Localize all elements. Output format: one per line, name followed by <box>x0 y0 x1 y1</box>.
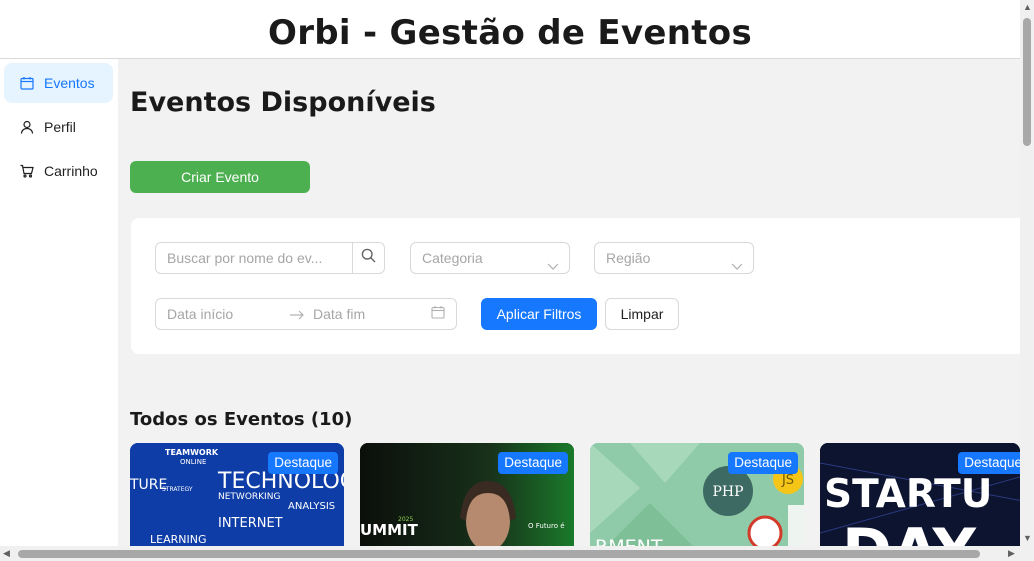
search-placeholder: Buscar por nome do ev... <box>167 250 323 266</box>
image-text: STARTU <box>824 472 992 517</box>
date-range-picker[interactable]: Data início Data fim <box>155 298 457 330</box>
image-text: JS <box>781 473 794 488</box>
chevron-down-icon <box>547 252 559 270</box>
featured-badge: Destaque <box>498 452 568 474</box>
image-text: TEAMWORK <box>165 448 219 457</box>
scroll-up-icon[interactable]: ▲ <box>1023 3 1032 12</box>
image-text: UMMIT <box>360 521 419 539</box>
cart-icon <box>20 164 34 178</box>
featured-badge: Destaque <box>728 452 798 474</box>
sidebar-item-label: Carrinho <box>44 163 98 179</box>
image-text: ANALYSIS <box>288 501 335 512</box>
chevron-down-icon <box>731 252 743 270</box>
sidebar-item-carrinho[interactable]: Carrinho <box>4 151 113 191</box>
filter-panel: Buscar por nome do ev... Categoria Regiã… <box>131 218 1020 354</box>
sidebar-item-perfil[interactable]: Perfil <box>4 107 113 147</box>
category-select[interactable]: Categoria <box>410 242 570 274</box>
app-header: Orbi - Gestão de Eventos <box>0 0 1020 59</box>
main-content: Eventos Disponíveis Criar Evento Buscar … <box>118 59 1020 546</box>
image-text: DAY <box>842 516 977 546</box>
search-button[interactable] <box>352 243 384 273</box>
image-text: O Futuro é <box>528 522 565 530</box>
event-card[interactable]: STARTU DAY Destaque <box>820 443 1020 546</box>
calendar-icon <box>431 299 445 329</box>
image-text: RMENT <box>595 536 663 546</box>
category-placeholder: Categoria <box>422 250 483 266</box>
arrow-right-icon <box>290 300 304 330</box>
sidebar-item-eventos[interactable]: Eventos <box>4 63 113 103</box>
create-event-button[interactable]: Criar Evento <box>130 161 310 193</box>
search-icon <box>361 248 376 268</box>
image-text: LEARNING <box>150 533 206 546</box>
scroll-right-icon[interactable]: ▶ <box>1008 549 1015 558</box>
section-title: Todos os Eventos (10) <box>130 409 353 430</box>
app-title: Orbi - Gestão de Eventos <box>268 13 752 53</box>
image-text: INTERNET <box>218 516 283 531</box>
event-card[interactable]: UMMIT 2025 O Futuro é Destaque <box>360 443 574 546</box>
date-end-input[interactable]: Data fim <box>313 299 365 329</box>
sidebar-item-label: Eventos <box>44 75 95 91</box>
image-text: PHP <box>712 484 743 500</box>
vertical-scroll-thumb[interactable] <box>1023 18 1031 146</box>
image-text: NETWORKING <box>218 492 280 502</box>
region-select[interactable]: Região <box>594 242 754 274</box>
featured-badge: Destaque <box>958 452 1020 474</box>
user-icon <box>20 120 34 134</box>
image-text: ONLINE <box>180 458 206 466</box>
horizontal-scrollbar[interactable]: ◀ ▶ <box>0 546 1034 561</box>
event-card[interactable]: PHP JS RMENT Destaque <box>590 443 804 546</box>
image-text: STRATEGY <box>162 486 193 493</box>
vertical-scrollbar[interactable]: ▲ ▼ <box>1020 0 1034 546</box>
featured-badge: Destaque <box>268 452 338 474</box>
apply-filters-button[interactable]: Aplicar Filtros <box>481 298 597 330</box>
event-card[interactable]: TEAMWORK ONLINE TECHNOLOGY NETWORKING IN… <box>130 443 344 546</box>
clear-filters-button[interactable]: Limpar <box>605 298 679 330</box>
scroll-left-icon[interactable]: ◀ <box>3 549 10 558</box>
calendar-icon <box>20 76 34 90</box>
scroll-down-icon[interactable]: ▼ <box>1023 534 1032 543</box>
search-input[interactable]: Buscar por nome do ev... <box>155 242 385 274</box>
image-text: 2025 <box>398 516 413 523</box>
sidebar: Eventos Perfil Carrinho <box>0 59 118 546</box>
horizontal-scroll-thumb[interactable] <box>18 550 980 558</box>
page-title: Eventos Disponíveis <box>130 87 436 118</box>
region-placeholder: Região <box>606 250 651 266</box>
sidebar-item-label: Perfil <box>44 119 76 135</box>
date-start-input[interactable]: Data início <box>167 299 233 329</box>
